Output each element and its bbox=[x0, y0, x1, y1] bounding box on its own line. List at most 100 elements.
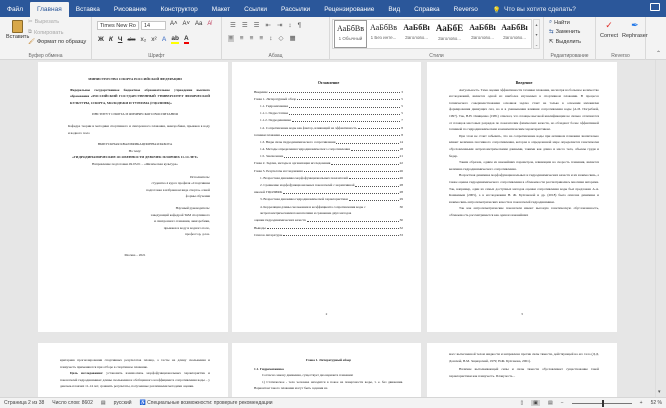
rephraser-button[interactable]: ✒ Rephraser bbox=[622, 20, 648, 39]
toc-entry-text: 1.2. Сопротивление воды как фактор, влия… bbox=[260, 125, 357, 130]
collapse-ribbon-icon[interactable]: ⌃ bbox=[656, 50, 661, 57]
vertical-scrollbar[interactable]: ▾ bbox=[655, 60, 666, 397]
style-heading-2[interactable]: АаБбЕ Заголово... bbox=[433, 20, 466, 48]
toc-entry[interactable]: Выводы 32 bbox=[254, 225, 403, 232]
style-heading-1[interactable]: АаБбВı Заголово... bbox=[400, 20, 433, 48]
toc-entry[interactable]: 1.1.2. Гидродинамика 7 bbox=[254, 117, 403, 124]
scroll-down-icon[interactable]: ▾ bbox=[658, 389, 661, 395]
zoom-level[interactable]: 52 % bbox=[651, 400, 662, 406]
tell-me-search[interactable]: 💡 Что вы хотите сделать? bbox=[493, 2, 576, 17]
superscript-button[interactable]: x² bbox=[151, 36, 156, 43]
proofing-icon[interactable]: ▤ bbox=[101, 400, 106, 406]
align-center-icon[interactable]: ≡ bbox=[240, 35, 244, 42]
borders-icon[interactable]: ▦ bbox=[289, 34, 295, 42]
align-left-icon[interactable]: ≡ bbox=[228, 34, 234, 42]
bold-button[interactable]: Ж bbox=[98, 36, 104, 43]
toc-entry-text: оценки гидродинамических качеств bbox=[254, 218, 306, 223]
language[interactable]: русский bbox=[114, 400, 132, 406]
toc-entry[interactable]: 1. Возрастная динамика морфофункциональн… bbox=[254, 175, 403, 182]
tab-review[interactable]: Рецензирование bbox=[317, 2, 381, 17]
toc-entry[interactable]: Глава 2. Задачи, методы и организация ис… bbox=[254, 160, 403, 167]
font-size-select[interactable]: 14 bbox=[141, 21, 166, 30]
word-count[interactable]: Число слов: 8602 bbox=[52, 400, 93, 406]
font-name-select[interactable]: Times New Ro bbox=[97, 21, 139, 30]
style-no-spacing[interactable]: АаБбВв 1 Без инте... bbox=[367, 20, 400, 48]
accessibility-status[interactable]: ♿ Специальные возможности: проверьте рек… bbox=[140, 400, 273, 406]
tab-home[interactable]: Главная bbox=[29, 2, 69, 17]
style-heading-4[interactable]: АаБбВı Заголово... bbox=[498, 20, 531, 48]
tab-reverso[interactable]: Reverso bbox=[447, 2, 485, 17]
underline-button[interactable]: Ч bbox=[118, 36, 123, 43]
tab-draw[interactable]: Рисование bbox=[107, 2, 154, 17]
toc-entry[interactable]: Глава 3. Результаты исследования 26 bbox=[254, 168, 403, 175]
toc-entry[interactable]: 2. Сравнение морфофункциональных показат… bbox=[254, 182, 403, 189]
toc-entry[interactable]: 3. Возрастная динамика гидродинамической… bbox=[254, 196, 403, 203]
toc-entry[interactable]: техники плавания 8 bbox=[254, 132, 403, 139]
replace-button[interactable]: ⇆ Заменить bbox=[549, 29, 580, 35]
decrease-indent-icon[interactable]: ⇤ bbox=[265, 21, 270, 29]
toc-entry[interactable]: Введение 3 bbox=[254, 89, 403, 96]
toc-entry[interactable]: 1.3. Виды силы гидродинамического сопрот… bbox=[254, 139, 403, 146]
toc-page-number: 32 bbox=[399, 225, 403, 230]
tab-insert[interactable]: Вставка bbox=[69, 2, 107, 17]
paste-button[interactable]: Вставить bbox=[6, 20, 29, 40]
toc-entry[interactable]: 1.1. Гидромеханика 5 bbox=[254, 103, 403, 110]
pilcrow-icon[interactable]: ¶ bbox=[298, 22, 302, 29]
align-right-icon[interactable]: ≡ bbox=[250, 35, 254, 42]
toc-entry[interactable]: 1.2. Сопротивление воды как фактор, влия… bbox=[254, 125, 403, 132]
zoom-out-button[interactable]: − bbox=[561, 400, 564, 406]
toc-entry[interactable]: 1.5. Заключение 21 bbox=[254, 153, 403, 160]
zoom-slider[interactable] bbox=[571, 399, 632, 407]
page-number: 3 bbox=[521, 312, 523, 317]
toc-entry-text: Глава 2. Задачи, методы и организация ис… bbox=[254, 161, 331, 166]
zoom-in-button[interactable]: + bbox=[640, 400, 643, 406]
zoom-slider-thumb[interactable] bbox=[601, 399, 604, 407]
find-button[interactable]: ⌕ Найти bbox=[549, 19, 570, 26]
toc-entry[interactable]: шкалой ГЦОЛИФК 28 bbox=[254, 189, 403, 196]
select-button[interactable]: ⇱ Выделить bbox=[549, 39, 581, 45]
tab-references[interactable]: Ссылки bbox=[237, 2, 274, 17]
toc-entry[interactable]: Глава 1. Литературный обзор 5 bbox=[254, 96, 403, 103]
toc-entry[interactable]: оценки гидродинамических качеств 30 bbox=[254, 217, 403, 224]
tab-view[interactable]: Вид bbox=[381, 2, 407, 17]
text-effects-icon[interactable]: A bbox=[162, 36, 167, 43]
comments-icon[interactable] bbox=[650, 3, 660, 11]
style-normal[interactable]: АаБбВв 1 Обычный bbox=[334, 20, 367, 48]
numbering-icon[interactable]: ☰ bbox=[242, 21, 248, 29]
correct-button[interactable]: ✓ Correct bbox=[600, 20, 618, 39]
tab-design[interactable]: Конструктор bbox=[154, 2, 205, 17]
line-spacing-icon[interactable]: ↕ bbox=[269, 35, 272, 42]
grow-font-button[interactable]: A˄ bbox=[170, 21, 178, 27]
page-count[interactable]: Страница 2 из 38 bbox=[4, 400, 44, 406]
multilevel-list-icon[interactable]: ☰ bbox=[254, 21, 260, 29]
subscript-button[interactable]: x₂ bbox=[141, 36, 147, 43]
tab-layout[interactable]: Макет bbox=[205, 2, 237, 17]
format-painter-button[interactable]: 🖌 Формат по образцу bbox=[28, 39, 86, 45]
print-layout-icon[interactable]: ▣ bbox=[531, 400, 541, 406]
bullets-icon[interactable]: ☰ bbox=[230, 21, 236, 29]
highlight-icon[interactable]: ab bbox=[171, 35, 180, 44]
sort-icon[interactable]: ↕ bbox=[288, 22, 291, 29]
styles-scroll-buttons[interactable]: ▴ ▾ ⌄ bbox=[533, 19, 540, 49]
toc-entry[interactable]: Список литературы 33 bbox=[254, 232, 403, 239]
increase-indent-icon[interactable]: ⇥ bbox=[277, 21, 282, 29]
copy-button[interactable]: ⧉ Копировать bbox=[28, 29, 64, 36]
toc-entry[interactable]: 1.1.1. Гидростатика 5 bbox=[254, 110, 403, 117]
font-color-icon[interactable]: A bbox=[184, 35, 189, 44]
italic-button[interactable]: К bbox=[109, 36, 113, 43]
justify-icon[interactable]: ≡ bbox=[259, 35, 263, 42]
strikethrough-button[interactable]: abc bbox=[127, 37, 135, 43]
clear-formatting-icon[interactable]: A̸ bbox=[207, 21, 211, 27]
read-mode-icon[interactable]: ▯ bbox=[521, 400, 524, 406]
toc-entry[interactable]: 4. Корреляция длины скольжения и коэффиц… bbox=[254, 204, 403, 217]
shrink-font-button[interactable]: A˅ bbox=[183, 21, 191, 27]
tab-file[interactable]: Файл bbox=[0, 2, 30, 17]
change-case-button[interactable]: Aa bbox=[195, 21, 202, 27]
tab-help[interactable]: Справка bbox=[407, 2, 447, 17]
web-layout-icon[interactable]: ▤ bbox=[548, 400, 553, 406]
toc-entry[interactable]: 1.4. Методы определения гидродинамическо… bbox=[254, 146, 403, 153]
shading-icon[interactable]: ◇ bbox=[278, 34, 283, 42]
cut-button[interactable]: ✂ Вырезать bbox=[28, 19, 59, 25]
tab-mailings[interactable]: Рассылки bbox=[274, 2, 317, 17]
style-heading-3[interactable]: АаБбВı Заголово... bbox=[466, 20, 499, 48]
